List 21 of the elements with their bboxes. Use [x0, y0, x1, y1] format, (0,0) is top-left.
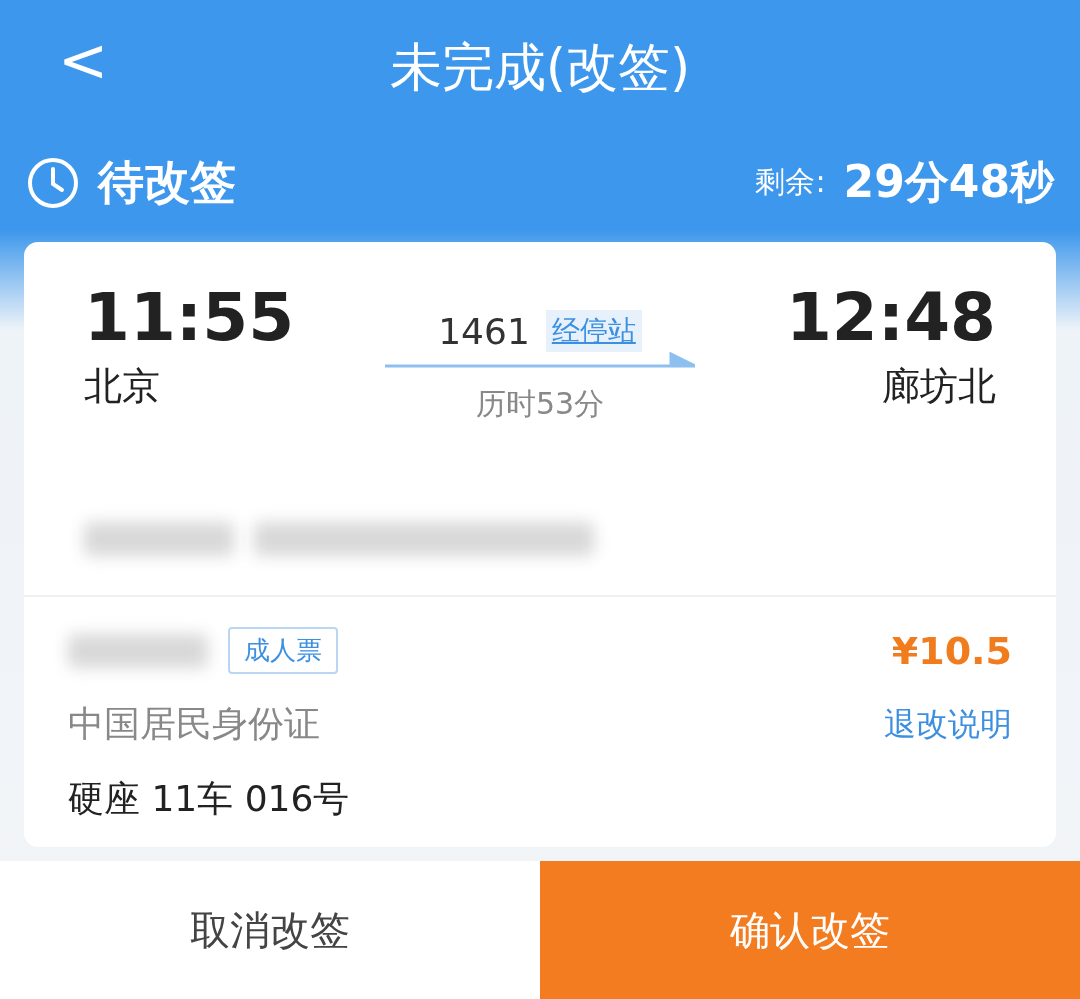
train-number: 1461: [438, 310, 530, 352]
departure-time: 11:55: [84, 282, 295, 355]
seat-info: 硬座 11车 016号: [68, 777, 351, 821]
stops-link[interactable]: 经停站: [545, 310, 642, 352]
ticket-type-tag: 成人票: [228, 627, 338, 674]
cancel-button[interactable]: 取消改签: [0, 861, 540, 999]
trip-duration: 历时53分: [475, 385, 605, 423]
remaining-label: 剩余:: [755, 163, 826, 201]
ticket-price: ¥10.5: [891, 628, 1012, 673]
arrival-time: 12:48: [785, 282, 996, 355]
clock-icon: [26, 155, 80, 210]
confirm-button[interactable]: 确认改签: [540, 861, 1080, 999]
page-title: 未完成(改签): [389, 35, 691, 99]
departure-station: 北京: [84, 362, 160, 410]
remaining-time: 29分48秒: [843, 155, 1054, 209]
id-type: 中国居民身份证: [68, 702, 320, 746]
refund-rules-link[interactable]: 退改说明: [884, 702, 1012, 747]
order-status: 待改签: [98, 153, 237, 211]
back-button[interactable]: <: [48, 30, 119, 90]
route-arrow-icon: [385, 352, 695, 370]
arrival-station: 廊坊北: [882, 362, 996, 410]
